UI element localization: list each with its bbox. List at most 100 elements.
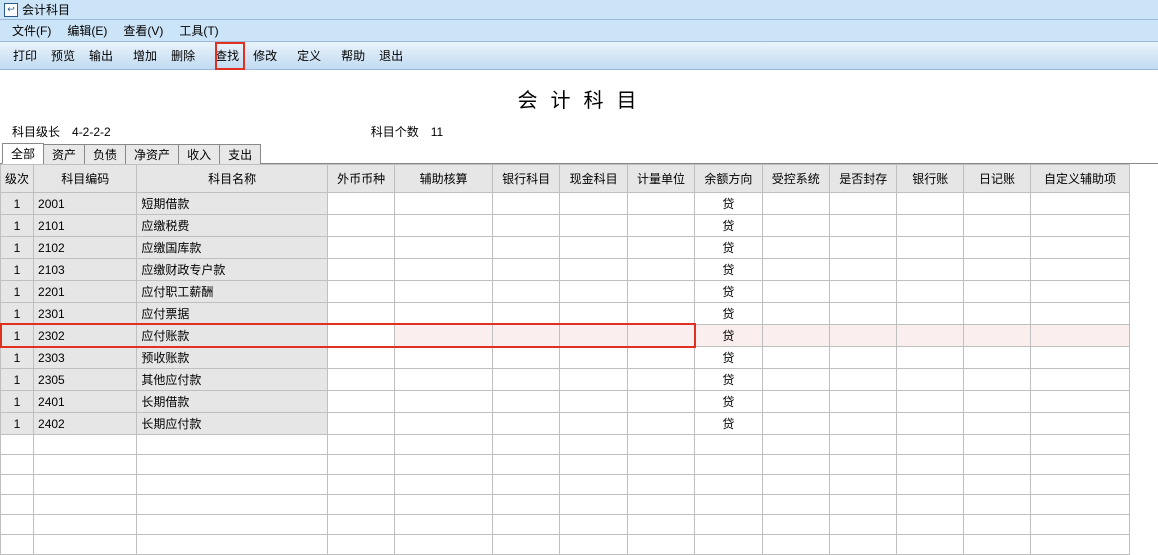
cell-bank-ledger[interactable] bbox=[897, 303, 964, 325]
cell-cash-subject[interactable] bbox=[560, 259, 627, 281]
cell-sealed[interactable] bbox=[830, 281, 897, 303]
cell-controlled[interactable] bbox=[762, 391, 829, 413]
cell-level[interactable]: 1 bbox=[1, 325, 34, 347]
cell-unit[interactable] bbox=[627, 347, 694, 369]
tb-help[interactable]: 帮助 bbox=[334, 43, 372, 68]
cell-code[interactable]: 2302 bbox=[34, 325, 137, 347]
cell-balance-dir[interactable]: 贷 bbox=[695, 325, 762, 347]
cell-bank-subject[interactable] bbox=[492, 369, 559, 391]
cell-custom-aux[interactable] bbox=[1030, 347, 1129, 369]
cell-controlled[interactable] bbox=[762, 237, 829, 259]
cell-journal[interactable] bbox=[964, 413, 1031, 435]
cell-unit[interactable] bbox=[627, 193, 694, 215]
col-controlled[interactable]: 受控系统 bbox=[762, 165, 829, 193]
cell-controlled[interactable] bbox=[762, 193, 829, 215]
table-row[interactable]: 12103应缴财政专户款贷 bbox=[1, 259, 1130, 281]
cell-journal[interactable] bbox=[964, 391, 1031, 413]
cell-controlled[interactable] bbox=[762, 215, 829, 237]
tab-all[interactable]: 全部 bbox=[2, 143, 44, 164]
col-cash-subject[interactable]: 现金科目 bbox=[560, 165, 627, 193]
table-row[interactable]: 12303预收账款贷 bbox=[1, 347, 1130, 369]
cell-sealed[interactable] bbox=[830, 347, 897, 369]
cell-currency[interactable] bbox=[327, 325, 394, 347]
col-code[interactable]: 科目编码 bbox=[34, 165, 137, 193]
cell-cash-subject[interactable] bbox=[560, 303, 627, 325]
table-row[interactable]: 12301应付票据贷 bbox=[1, 303, 1130, 325]
cell-bank-ledger[interactable] bbox=[897, 369, 964, 391]
cell-custom-aux[interactable] bbox=[1030, 325, 1129, 347]
cell-name[interactable]: 应缴税费 bbox=[137, 215, 327, 237]
cell-journal[interactable] bbox=[964, 259, 1031, 281]
cell-bank-ledger[interactable] bbox=[897, 215, 964, 237]
cell-bank-subject[interactable] bbox=[492, 303, 559, 325]
cell-cash-subject[interactable] bbox=[560, 193, 627, 215]
table-row[interactable]: 12302应付账款 贷 bbox=[1, 325, 1130, 347]
menu-view[interactable]: 查看(V) bbox=[115, 20, 171, 41]
cell-controlled[interactable] bbox=[762, 259, 829, 281]
cell-journal[interactable] bbox=[964, 347, 1031, 369]
cell-unit[interactable] bbox=[627, 325, 694, 347]
cell-level[interactable]: 1 bbox=[1, 369, 34, 391]
cell-name[interactable]: 应付职工薪酬 bbox=[137, 281, 327, 303]
cell-cash-subject[interactable] bbox=[560, 369, 627, 391]
col-currency[interactable]: 外币币种 bbox=[327, 165, 394, 193]
cell-sealed[interactable] bbox=[830, 413, 897, 435]
cell-journal[interactable] bbox=[964, 369, 1031, 391]
cell-code[interactable]: 2101 bbox=[34, 215, 137, 237]
cell-bank-ledger[interactable] bbox=[897, 391, 964, 413]
cell-aux[interactable] bbox=[395, 325, 493, 347]
table-row[interactable]: 12102应缴国库款贷 bbox=[1, 237, 1130, 259]
cell-custom-aux[interactable] bbox=[1030, 413, 1129, 435]
cell-aux[interactable] bbox=[395, 259, 493, 281]
menu-file[interactable]: 文件(F) bbox=[4, 20, 59, 41]
cell-balance-dir[interactable]: 贷 bbox=[695, 193, 762, 215]
cell-aux[interactable] bbox=[395, 413, 493, 435]
table-row[interactable]: 12101应缴税费贷 bbox=[1, 215, 1130, 237]
cell-cash-subject[interactable] bbox=[560, 237, 627, 259]
cell-sealed[interactable] bbox=[830, 215, 897, 237]
cell-unit[interactable] bbox=[627, 215, 694, 237]
cell-code[interactable]: 2401 bbox=[34, 391, 137, 413]
cell-controlled[interactable] bbox=[762, 369, 829, 391]
cell-controlled[interactable] bbox=[762, 325, 829, 347]
cell-custom-aux[interactable] bbox=[1030, 237, 1129, 259]
cell-balance-dir[interactable]: 贷 bbox=[695, 237, 762, 259]
cell-currency[interactable] bbox=[327, 413, 394, 435]
cell-sealed[interactable] bbox=[830, 325, 897, 347]
cell-aux[interactable] bbox=[395, 369, 493, 391]
cell-bank-subject[interactable] bbox=[492, 237, 559, 259]
cell-currency[interactable] bbox=[327, 215, 394, 237]
tb-define[interactable]: 定义 bbox=[290, 43, 328, 68]
col-journal[interactable]: 日记账 bbox=[964, 165, 1031, 193]
cell-journal[interactable] bbox=[964, 281, 1031, 303]
cell-name[interactable]: 应缴国库款 bbox=[137, 237, 327, 259]
cell-name[interactable]: 应缴财政专户款 bbox=[137, 259, 327, 281]
cell-unit[interactable] bbox=[627, 281, 694, 303]
tb-print[interactable]: 打印 bbox=[6, 43, 44, 68]
cell-level[interactable]: 1 bbox=[1, 237, 34, 259]
cell-code[interactable]: 2103 bbox=[34, 259, 137, 281]
cell-sealed[interactable] bbox=[830, 193, 897, 215]
cell-custom-aux[interactable] bbox=[1030, 303, 1129, 325]
cell-aux[interactable] bbox=[395, 215, 493, 237]
cell-controlled[interactable] bbox=[762, 303, 829, 325]
cell-currency[interactable] bbox=[327, 303, 394, 325]
tab-asset[interactable]: 资产 bbox=[43, 144, 85, 164]
cell-balance-dir[interactable]: 贷 bbox=[695, 413, 762, 435]
cell-custom-aux[interactable] bbox=[1030, 369, 1129, 391]
cell-name[interactable]: 应付账款 bbox=[137, 325, 327, 347]
cell-sealed[interactable] bbox=[830, 303, 897, 325]
cell-name[interactable]: 其他应付款 bbox=[137, 369, 327, 391]
cell-sealed[interactable] bbox=[830, 391, 897, 413]
cell-balance-dir[interactable]: 贷 bbox=[695, 281, 762, 303]
cell-bank-ledger[interactable] bbox=[897, 325, 964, 347]
col-aux[interactable]: 辅助核算 bbox=[395, 165, 493, 193]
cell-level[interactable]: 1 bbox=[1, 391, 34, 413]
cell-name[interactable]: 预收账款 bbox=[137, 347, 327, 369]
tb-exit[interactable]: 退出 bbox=[372, 43, 410, 68]
cell-code[interactable]: 2301 bbox=[34, 303, 137, 325]
cell-unit[interactable] bbox=[627, 369, 694, 391]
cell-unit[interactable] bbox=[627, 413, 694, 435]
tb-preview[interactable]: 预览 bbox=[44, 43, 82, 68]
cell-level[interactable]: 1 bbox=[1, 215, 34, 237]
